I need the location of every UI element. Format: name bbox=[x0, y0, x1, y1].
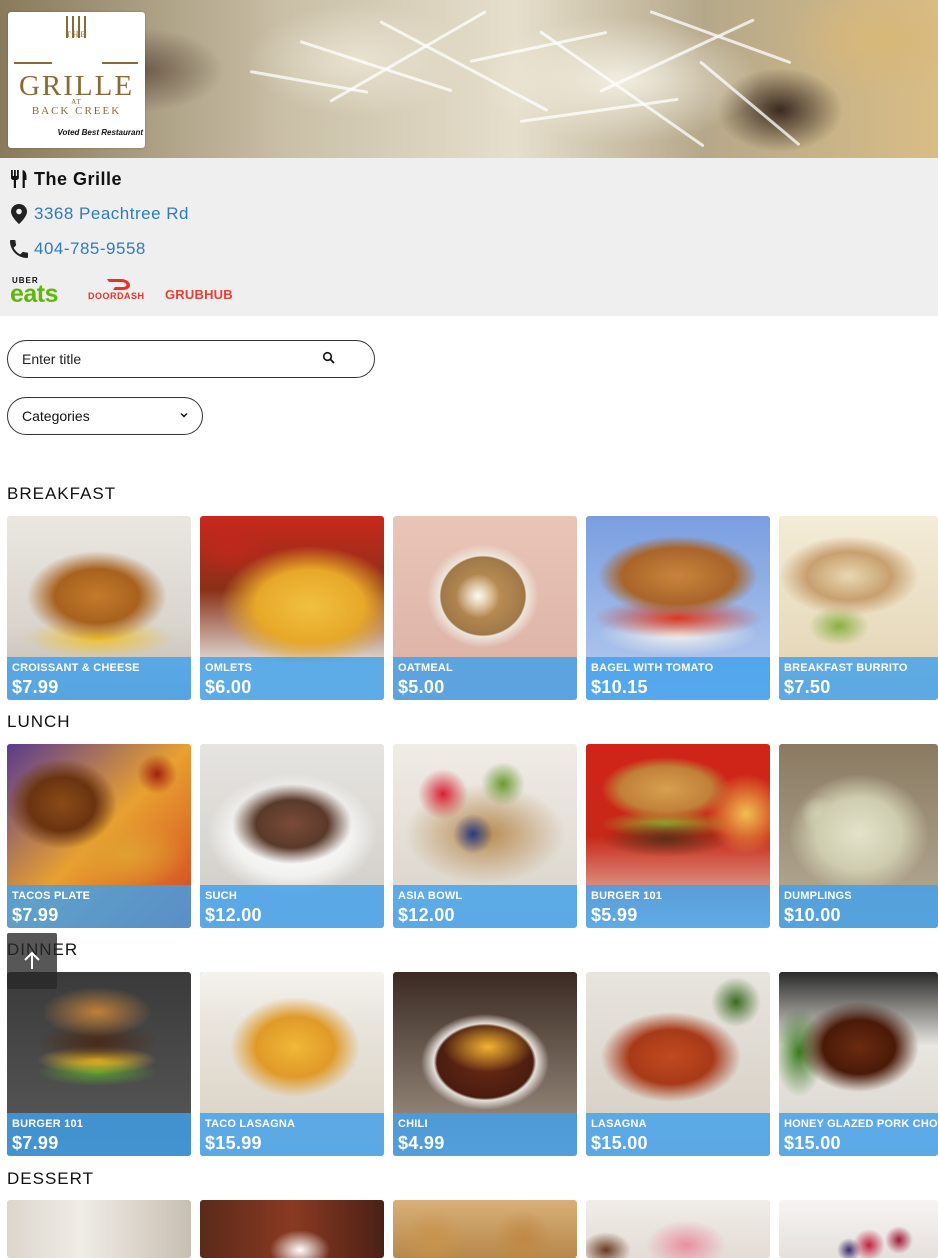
menu-item-card[interactable]: ASIA BOWL $12.00 bbox=[393, 744, 577, 928]
address-row: 3368 Peachtree Rd bbox=[8, 202, 189, 226]
doordash-link[interactable]: DOORDASH bbox=[88, 291, 145, 301]
menu-item-card[interactable]: TACO LASAGNA $15.99 bbox=[200, 972, 384, 1156]
menu-item-card[interactable]: BREAKFAST BURRITO $7.50 bbox=[779, 516, 938, 700]
menu-item-name: CHILI bbox=[398, 1118, 428, 1130]
menu-item-name: BURGER 101 bbox=[12, 1118, 84, 1130]
menu-item-price: $7.99 bbox=[12, 1133, 59, 1153]
uber-eats-link[interactable]: eats bbox=[10, 280, 59, 309]
categories-selected-value: Categories bbox=[22, 408, 90, 424]
menu-item-price: $7.99 bbox=[12, 677, 59, 697]
menu-item-price: $6.00 bbox=[205, 677, 252, 697]
menu-item-card[interactable]: CHILI $4.99 bbox=[393, 972, 577, 1156]
categories-dropdown[interactable]: Categories bbox=[7, 397, 203, 435]
logo-rule-right bbox=[102, 62, 138, 64]
menu-item-card[interactable]: HONEY GLAZED PORK CHOPS $15.00 bbox=[779, 972, 938, 1156]
restaurant-logo: THE GRILLE AT BACK CREEK Voted Best Rest… bbox=[8, 12, 145, 148]
menu-item-price: $12.00 bbox=[398, 905, 455, 925]
grubhub-link[interactable]: GRUBHUB bbox=[165, 287, 233, 302]
chevron-down-icon bbox=[180, 412, 188, 418]
menu-item-card[interactable]: OMLETS $6.00 bbox=[200, 516, 384, 700]
logo-the-text: THE bbox=[65, 30, 88, 39]
logo-rule-left bbox=[14, 62, 52, 64]
menu-item-name: TACOS PLATE bbox=[12, 890, 91, 902]
restaurant-name: The Grille bbox=[34, 168, 123, 189]
menu-item-name: OMLETS bbox=[205, 662, 253, 674]
section-title-lunch: LUNCH bbox=[7, 712, 71, 731]
menu-item-price: $10.00 bbox=[784, 905, 841, 925]
back-to-top-button[interactable] bbox=[7, 933, 57, 989]
phone-icon bbox=[8, 239, 30, 259]
menu-item-name: HONEY GLAZED PORK CHOPS bbox=[784, 1118, 938, 1130]
doordash-logo-icon[interactable] bbox=[106, 277, 132, 291]
menu-item-price: $4.99 bbox=[398, 1133, 445, 1153]
menu-item-price: $7.50 bbox=[784, 677, 831, 697]
menu-item-price: $7.99 bbox=[12, 905, 59, 925]
menu-item-card[interactable]: SUCH $12.00 bbox=[200, 744, 384, 928]
menu-item-card[interactable]: BURGER 101 $7.99 bbox=[7, 972, 191, 1156]
fork-knife-icon bbox=[8, 169, 30, 189]
menu-item-price: $15.00 bbox=[591, 1133, 648, 1153]
phone-link[interactable]: 404-785-9558 bbox=[34, 239, 146, 259]
menu-item-price: $15.00 bbox=[784, 1133, 841, 1153]
search-box bbox=[7, 340, 375, 378]
arrow-up-icon bbox=[24, 951, 40, 969]
menu-item-card[interactable] bbox=[7, 1200, 191, 1258]
menu-item-name: ASIA BOWL bbox=[398, 890, 463, 902]
phone-row: 404-785-9558 bbox=[8, 237, 146, 261]
menu-item-card[interactable]: LASAGNA $15.00 bbox=[586, 972, 770, 1156]
menu-item-card[interactable]: TACOS PLATE $7.99 bbox=[7, 744, 191, 928]
menu-item-card[interactable] bbox=[393, 1200, 577, 1258]
menu-item-name: TACO LASAGNA bbox=[205, 1118, 296, 1130]
menu-item-name: BAGEL WITH TOMATO bbox=[591, 662, 714, 674]
menu-item-name: BREAKFAST BURRITO bbox=[784, 662, 908, 674]
menu-item-card[interactable]: DUMPLINGS $10.00 bbox=[779, 744, 938, 928]
menu-item-card[interactable] bbox=[200, 1200, 384, 1258]
menu-item-price: $12.00 bbox=[205, 905, 262, 925]
menu-item-card[interactable]: CROISSANT & CHEESE $7.99 bbox=[7, 516, 191, 700]
section-title-breakfast: BREAKFAST bbox=[7, 484, 117, 503]
menu-item-name: BURGER 101 bbox=[591, 890, 663, 902]
menu-item-card[interactable]: BURGER 101 $5.99 bbox=[586, 744, 770, 928]
logo-tagline: Voted Best Restaurant bbox=[57, 128, 144, 137]
menu-item-price: $5.99 bbox=[591, 905, 638, 925]
search-input[interactable] bbox=[22, 349, 312, 369]
restaurant-name-row: The Grille bbox=[8, 167, 122, 191]
menu-item-name: CROISSANT & CHEESE bbox=[12, 662, 140, 674]
menu-item-price: $5.00 bbox=[398, 677, 445, 697]
hero-banner: THE GRILLE AT BACK CREEK Voted Best Rest… bbox=[0, 0, 938, 158]
menu-item-card[interactable] bbox=[586, 1200, 770, 1258]
search-icon[interactable] bbox=[322, 351, 336, 365]
menu-item-name: SUCH bbox=[205, 890, 237, 902]
address-link[interactable]: 3368 Peachtree Rd bbox=[34, 204, 189, 224]
menu-item-name: DUMPLINGS bbox=[784, 890, 852, 902]
menu-item-name: OATMEAL bbox=[398, 662, 453, 674]
menu-item-name: LASAGNA bbox=[591, 1118, 647, 1130]
menu-item-card[interactable]: OATMEAL $5.00 bbox=[393, 516, 577, 700]
map-pin-icon bbox=[8, 204, 30, 224]
menu-item-card[interactable]: BAGEL WITH TOMATO $10.15 bbox=[586, 516, 770, 700]
menu-item-card[interactable] bbox=[779, 1200, 938, 1258]
section-title-dessert: DESSERT bbox=[7, 1169, 94, 1188]
logo-back-creek-text: BACK CREEK bbox=[31, 105, 122, 117]
menu-item-price: $10.15 bbox=[591, 677, 648, 697]
menu-item-price: $15.99 bbox=[205, 1133, 262, 1153]
